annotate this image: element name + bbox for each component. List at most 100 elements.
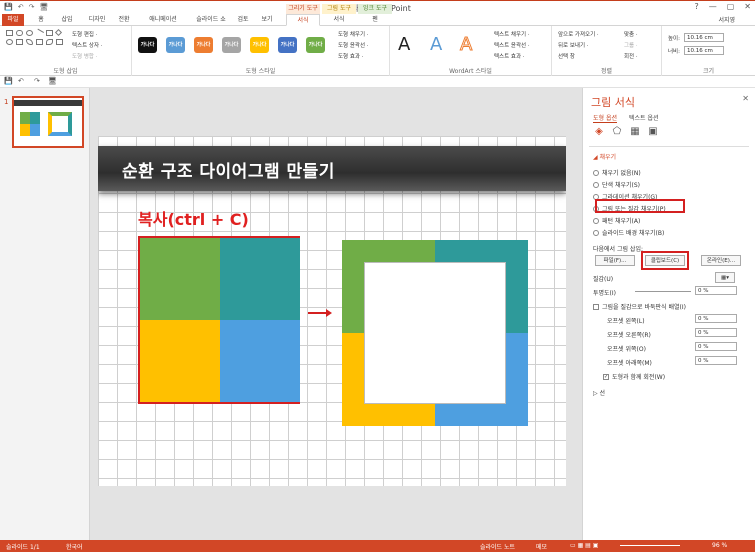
slide-title[interactable]: 순환 구조 다이어그램 만들기 xyxy=(122,157,335,182)
offset-left-input[interactable]: 0 % xyxy=(695,314,737,323)
text-outline-button[interactable]: 텍스트 윤곽선 · xyxy=(494,41,530,49)
shape-outline-button[interactable]: 도형 윤곽선 · xyxy=(338,41,369,49)
shape-style-3[interactable]: 가나다 xyxy=(194,37,213,53)
tab-text-options[interactable]: 텍스트 옵션 xyxy=(629,113,659,122)
line-section-header[interactable]: ▷ 선 xyxy=(593,388,605,397)
tab-pen[interactable]: 펜 xyxy=(358,14,392,26)
quadrant-group[interactable] xyxy=(138,236,300,404)
shape-line-icon[interactable] xyxy=(34,28,45,38)
tab-format-drawing[interactable]: 서식 xyxy=(286,14,320,26)
online-button[interactable]: 온라인(E)... xyxy=(701,255,741,266)
panel-close-icon[interactable]: ✕ xyxy=(742,94,749,103)
send-backward-button[interactable]: 뒤로 보내기 · xyxy=(558,41,589,49)
offset-right-input[interactable]: 0 % xyxy=(695,328,737,337)
qat-slideshow-icon[interactable]: 🖥 xyxy=(48,77,57,85)
view-buttons[interactable]: ▭ ▦ ▤ ▣ xyxy=(570,542,598,549)
help-icon[interactable]: ? xyxy=(694,2,698,11)
shape-freeform-icon[interactable] xyxy=(46,39,53,45)
notes-button[interactable]: 슬라이드 노트 xyxy=(480,542,515,551)
shape-effects-button[interactable]: 도형 효과 · xyxy=(338,52,364,60)
zoom-slider[interactable] xyxy=(620,545,680,546)
text-fill-button[interactable]: 텍스트 채우기 · xyxy=(494,30,530,38)
size-properties-icon[interactable]: ▦ xyxy=(629,126,641,138)
text-effects-button[interactable]: 텍스트 효과 · xyxy=(494,52,525,60)
rotate-with-shape-option[interactable]: ✓ 도형과 함께 회전(W) xyxy=(603,372,665,381)
option-pattern-fill[interactable]: 패턴 채우기(A) xyxy=(593,216,640,225)
shape-style-2[interactable]: 가나다 xyxy=(166,37,185,53)
slide-thumbnail-1[interactable] xyxy=(12,96,84,148)
edit-shape-button[interactable]: 도형 편집 · xyxy=(72,30,98,38)
align-button[interactable]: 맞춤 · xyxy=(624,30,638,38)
tab-insert[interactable]: 삽입 xyxy=(56,14,78,26)
shape-style-4[interactable]: 가나다 xyxy=(222,37,241,53)
user-name[interactable]: 서지영 xyxy=(718,15,735,24)
tab-file[interactable]: 파일 xyxy=(2,14,24,26)
tab-format-picture[interactable]: 서식 xyxy=(322,14,356,26)
shape-square-icon[interactable] xyxy=(16,39,23,45)
shape-rect-icon[interactable] xyxy=(6,30,13,36)
selection-pane-button[interactable]: 선택 창 xyxy=(558,52,575,60)
picture-frame-shape[interactable] xyxy=(342,240,528,426)
height-input[interactable]: 10.16 cm xyxy=(684,33,724,42)
shape-diamond-icon[interactable] xyxy=(54,28,63,37)
tile-option[interactable]: 그림을 질감으로 바둑판식 배열(I) xyxy=(593,302,686,311)
wordart-style-1[interactable]: A xyxy=(398,34,410,55)
maximize-icon[interactable]: ▢ xyxy=(727,2,735,11)
texture-dropdown[interactable]: ▦▾ xyxy=(715,272,735,283)
group-button[interactable]: 그룹 · xyxy=(624,41,638,49)
quadrant-green[interactable] xyxy=(140,238,220,320)
shape-oval-icon[interactable] xyxy=(26,30,33,36)
quadrant-blue[interactable] xyxy=(220,320,300,402)
shape-style-5[interactable]: 가나다 xyxy=(250,37,269,53)
radio-no-fill[interactable] xyxy=(593,169,599,176)
radio-pattern-fill[interactable] xyxy=(593,217,599,224)
width-input[interactable]: 10.16 cm xyxy=(684,46,724,55)
transparency-slider[interactable] xyxy=(635,291,691,292)
slide[interactable]: 순환 구조 다이어그램 만들기 복사(ctrl + C) xyxy=(98,136,566,486)
offset-bottom-input[interactable]: 0 % xyxy=(695,356,737,365)
option-solid-fill[interactable]: 단색 채우기(S) xyxy=(593,180,640,189)
shape-callout-icon[interactable] xyxy=(36,39,43,45)
text-box-button[interactable]: 텍스트 상자 · xyxy=(72,41,103,49)
shape-style-6[interactable]: 가나다 xyxy=(278,37,297,53)
quadrant-teal[interactable] xyxy=(220,238,300,320)
shape-style-7[interactable]: 가나다 xyxy=(306,37,325,53)
close-icon[interactable]: ✕ xyxy=(744,2,751,11)
tab-view[interactable]: 보기 xyxy=(258,14,276,26)
status-language[interactable]: 한국어 xyxy=(66,542,83,551)
rotate-with-shape-checkbox[interactable]: ✓ xyxy=(603,373,609,380)
shape-textbox-icon[interactable] xyxy=(46,30,53,36)
tab-home[interactable]: 홈 xyxy=(34,14,48,26)
wordart-style-2[interactable]: A xyxy=(430,34,442,55)
option-background-fill[interactable]: 슬라이드 배경 채우기(B) xyxy=(593,228,664,237)
radio-solid-fill[interactable] xyxy=(593,181,599,188)
tile-checkbox[interactable] xyxy=(593,303,599,310)
zoom-level[interactable]: 96 % xyxy=(712,542,727,549)
bring-forward-button[interactable]: 앞으로 가져오기 · xyxy=(558,30,599,38)
picture-icon[interactable]: ▣ xyxy=(647,126,659,138)
minimize-icon[interactable]: — xyxy=(709,2,717,11)
fill-section-header[interactable]: ◢ 채우기 xyxy=(593,152,616,161)
qat-undo-icon[interactable]: ↶ xyxy=(18,77,24,85)
qat-save-icon[interactable]: 💾 xyxy=(4,77,13,85)
tab-slideshow[interactable]: 슬라이드 쇼 xyxy=(190,14,232,26)
shape-arrow-icon[interactable] xyxy=(56,39,63,45)
shape-rounded-rect-icon[interactable] xyxy=(16,30,23,36)
shape-style-1[interactable]: 가나다 xyxy=(138,37,157,53)
shape-fill-button[interactable]: 도형 채우기 · xyxy=(338,30,369,38)
copy-instruction-label[interactable]: 복사(ctrl + C) xyxy=(138,206,249,230)
file-button[interactable]: 파일(F)... xyxy=(595,255,635,266)
qat-redo-icon[interactable]: ↷ xyxy=(34,77,40,85)
offset-top-input[interactable]: 0 % xyxy=(695,342,737,351)
shape-circle-icon[interactable] xyxy=(6,39,13,45)
tab-shape-options[interactable]: 도형 옵션 xyxy=(593,113,617,123)
tab-animations[interactable]: 애니메이션 xyxy=(140,14,186,26)
effects-icon[interactable]: ⬠ xyxy=(611,126,623,138)
fill-line-icon[interactable]: ◈ xyxy=(593,126,605,138)
radio-background-fill[interactable] xyxy=(593,229,599,236)
transparency-input[interactable]: 0 % xyxy=(695,286,737,295)
option-no-fill[interactable]: 채우기 없음(N) xyxy=(593,168,641,177)
quadrant-yellow[interactable] xyxy=(140,320,220,402)
wordart-style-3[interactable]: A xyxy=(459,34,472,56)
tab-review[interactable]: 검토 xyxy=(234,14,252,26)
